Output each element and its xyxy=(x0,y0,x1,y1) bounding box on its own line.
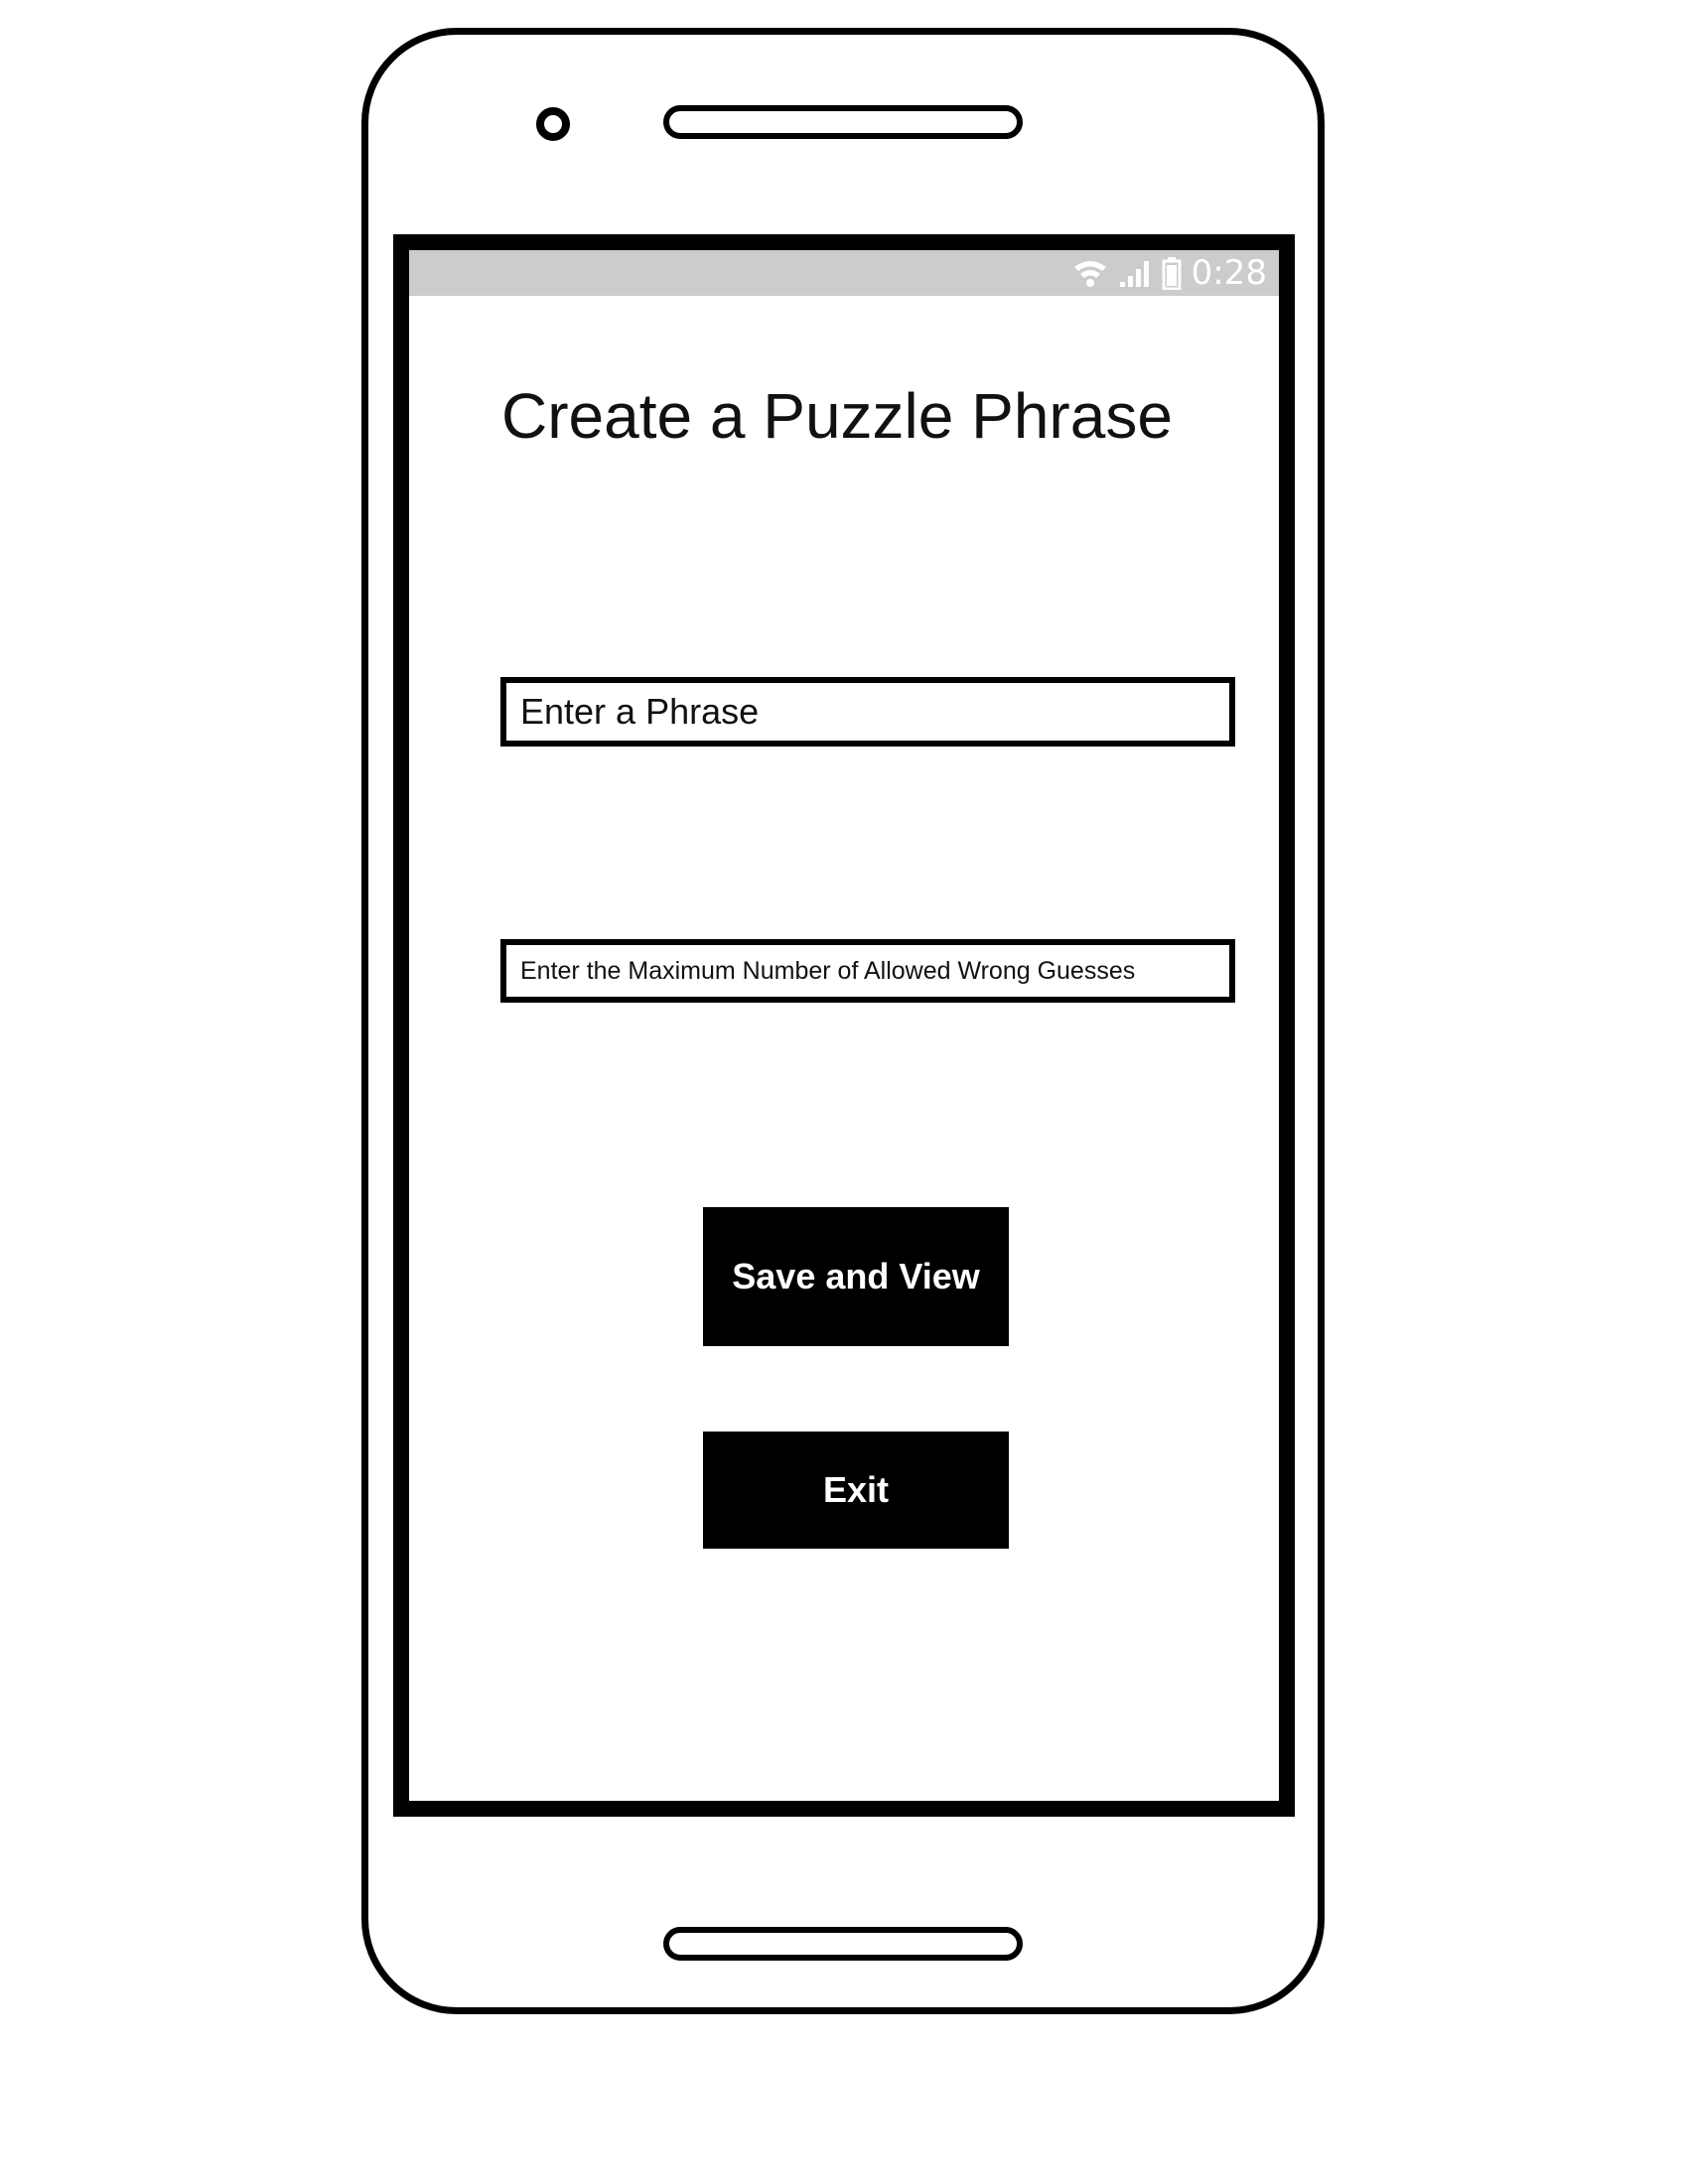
bottom-speaker xyxy=(663,1927,1023,1961)
save-and-view-label: Save and View xyxy=(732,1256,980,1297)
earpiece-speaker xyxy=(663,105,1023,139)
wifi-icon xyxy=(1073,261,1106,287)
phrase-input[interactable]: Enter a Phrase xyxy=(500,677,1235,747)
page-title: Create a Puzzle Phrase xyxy=(501,380,1173,452)
status-icons: 0:28 xyxy=(1072,254,1267,292)
app-screen: 0:28 Create a Puzzle Phrase Enter a Phra… xyxy=(393,234,1295,1817)
max-wrong-guesses-placeholder: Enter the Maximum Number of Allowed Wron… xyxy=(520,956,1136,985)
exit-label: Exit xyxy=(822,1469,890,1510)
exit-button[interactable]: Exit xyxy=(703,1432,1009,1549)
signal-icon xyxy=(1119,261,1149,287)
max-wrong-guesses-input[interactable]: Enter the Maximum Number of Allowed Wron… xyxy=(500,939,1235,1003)
phrase-input-placeholder: Enter a Phrase xyxy=(520,691,760,732)
status-time: 0:28 xyxy=(1191,253,1267,293)
camera-icon xyxy=(536,107,570,141)
battery-icon xyxy=(1162,257,1182,290)
save-and-view-button[interactable]: Save and View xyxy=(703,1207,1009,1346)
status-bar: 0:28 xyxy=(409,250,1279,296)
